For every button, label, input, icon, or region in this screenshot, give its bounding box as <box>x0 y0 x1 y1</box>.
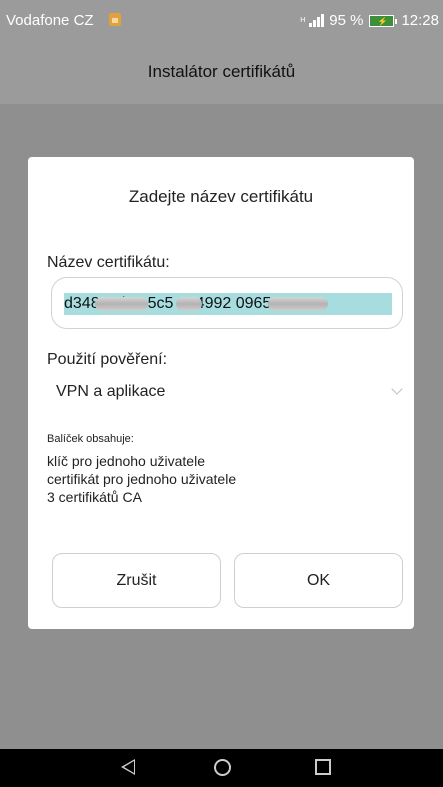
certificate-name-value[interactable]: d3488 1b6c5c5 454992 0965 <box>64 293 392 315</box>
credential-usage-select[interactable]: VPN a aplikace <box>47 379 405 409</box>
back-icon[interactable] <box>121 759 135 775</box>
package-contents-list: klíč pro jednoho uživatele certifikát pr… <box>47 452 236 506</box>
clock: 12:28 <box>401 12 439 29</box>
carrier-name: Vodafone CZ <box>6 12 94 29</box>
signal-icon <box>309 14 325 27</box>
credential-usage-label: Použití pověření: <box>47 351 168 368</box>
status-indicators: H 95 % ⚡ 12:28 <box>300 12 439 29</box>
package-contents-label: Balíček obsahuje: <box>47 433 134 445</box>
dialog-title: Zadejte název certifikátu <box>128 187 314 206</box>
list-item: certifikát pro jednoho uživatele <box>47 471 237 487</box>
cancel-button[interactable]: Zrušit <box>52 553 221 608</box>
ok-button[interactable]: OK <box>234 553 403 608</box>
certificate-name-label: Název certifikátu: <box>47 254 170 271</box>
credential-usage-value: VPN a aplikace <box>56 383 166 400</box>
redaction-mark <box>95 297 148 311</box>
page-title: Instalátor certifikátů <box>147 62 296 81</box>
redaction-mark <box>176 297 202 311</box>
navigation-bar <box>0 749 443 787</box>
certificate-name-input[interactable]: d3488 1b6c5c5 454992 0965 <box>51 277 403 329</box>
network-type: H <box>300 16 306 24</box>
list-item: 3 certifikátů CA <box>47 489 142 505</box>
status-bar: Vodafone CZ H 95 % ⚡ 12:28 <box>0 0 443 38</box>
chevron-down-icon <box>391 383 403 395</box>
list-item: klíč pro jednoho uživatele <box>47 453 205 469</box>
certificate-name-dialog: Zadejte název certifikátu Název certifik… <box>28 157 414 629</box>
recents-icon[interactable] <box>315 759 331 775</box>
redaction-mark <box>268 297 328 311</box>
battery-percent: 95 % <box>329 12 364 29</box>
app-bar: Instalátor certifikátů <box>0 38 443 104</box>
home-icon[interactable] <box>214 759 231 776</box>
sim-icon <box>109 13 121 26</box>
battery-icon: ⚡ <box>369 14 398 27</box>
